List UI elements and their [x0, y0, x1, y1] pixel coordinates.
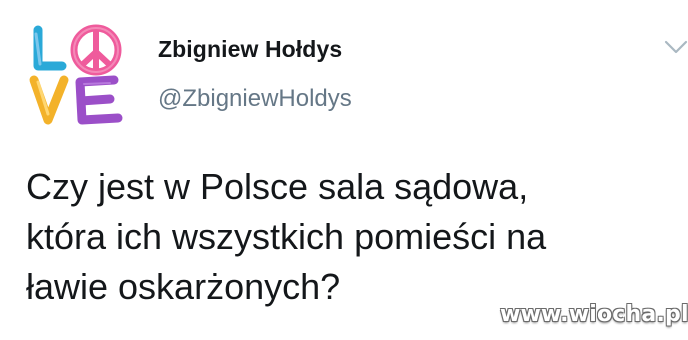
- author-name[interactable]: Zbigniew Hołdys: [158, 36, 342, 63]
- tweet-line: która ich wszystkich pomieści na: [26, 216, 547, 257]
- author-handle[interactable]: @ZbigniewHoldys: [158, 85, 352, 113]
- tweet-text: Czy jest w Polsce sala sądowa, która ich…: [26, 162, 676, 312]
- tweet-card: Zbigniew Hołdys @ZbigniewHoldys Czy jest…: [0, 0, 688, 340]
- avatar[interactable]: [28, 22, 128, 130]
- watermark: www.wiocha.pl: [500, 302, 688, 327]
- tweet-line: Czy jest w Polsce sala sądowa,: [26, 166, 529, 207]
- love-logo-icon: [29, 24, 123, 125]
- chevron-down-icon[interactable]: [664, 38, 688, 58]
